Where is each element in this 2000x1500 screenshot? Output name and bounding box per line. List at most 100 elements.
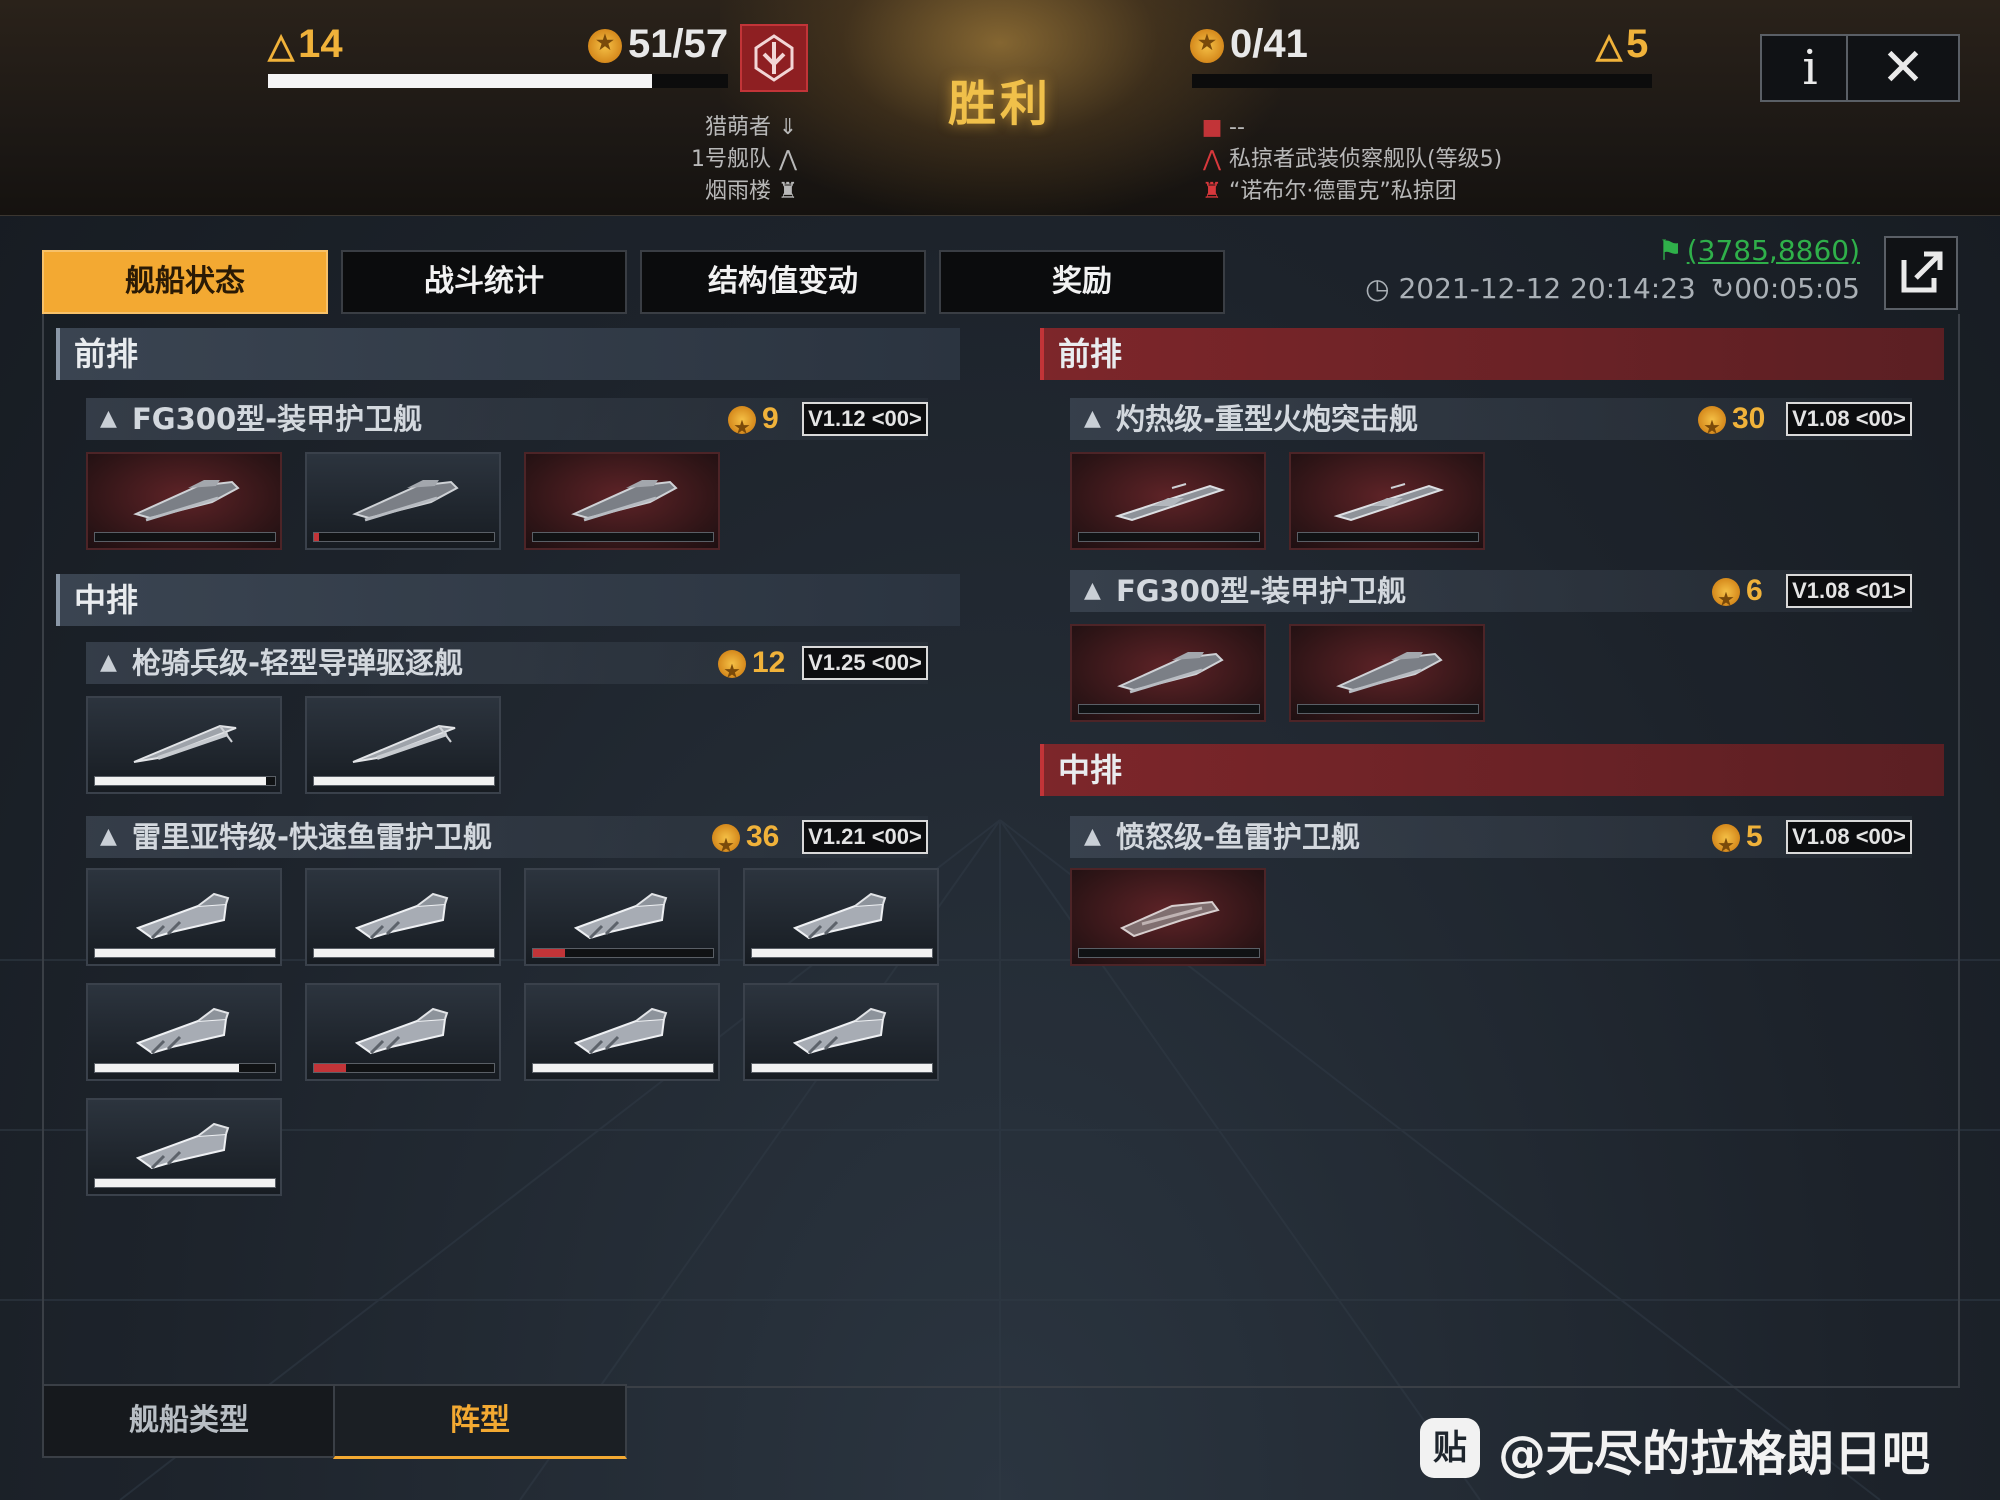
ship-unit-card[interactable]	[305, 696, 501, 794]
unit-hp-bar	[751, 948, 933, 958]
row-header-mid: 中排	[1040, 744, 1944, 796]
guild-icon: ♜	[1202, 179, 1222, 204]
ship-group-header[interactable]: ▲ 愤怒级-鱼雷护卫舰 5 V1.08 <00>	[1070, 816, 1912, 867]
ship-unit-card[interactable]	[524, 452, 720, 550]
row-header-mid: 中排	[56, 574, 960, 626]
ship-group-header[interactable]: ▲ 枪骑兵级-轻型导弹驱逐舰 12 V1.25 <00>	[86, 642, 928, 693]
ship-silhouette-icon	[566, 884, 682, 948]
unit-hp-bar	[313, 776, 495, 786]
ship-unit-card[interactable]	[86, 983, 282, 1081]
down-arrow-icon: ⇓	[778, 115, 798, 140]
result-banner: △14 51/57 胜利 0/41 △5 猎萌者⇓ 1号舰队⋀ 烟雨楼♜ ■--…	[0, 0, 2000, 216]
ship-group-header[interactable]: ▲ FG300型-装甲护卫舰 9 V1.12 <00>	[86, 398, 928, 449]
ship-unit-card[interactable]	[1289, 452, 1485, 550]
left-score: 51/57	[588, 22, 728, 67]
tab-structure-change[interactable]: 结构值变动	[640, 250, 926, 314]
chevron-up-icon: ⋀	[1202, 147, 1222, 172]
unit-hp-bar	[532, 532, 714, 542]
left-fleet-name: 1号舰队 ⋀	[691, 144, 805, 176]
flag-icon: ⚑	[1657, 234, 1683, 267]
victory-title: 胜利	[947, 76, 1052, 132]
tab-rewards[interactable]: 奖励	[939, 250, 1225, 314]
ship-name: 愤怒级-鱼雷护卫舰	[1116, 820, 1361, 854]
ship-name: 枪骑兵级-轻型导弹驱逐舰	[132, 646, 464, 680]
ship-silhouette-icon	[1112, 468, 1228, 532]
unit-hp-bar	[94, 776, 276, 786]
ship-silhouette-icon	[347, 884, 463, 948]
right-score: 0/41	[1190, 22, 1308, 67]
ship-unit-card[interactable]	[305, 868, 501, 966]
ship-unit-card[interactable]	[524, 868, 720, 966]
ship-cost: 36	[712, 816, 779, 867]
ship-unit-card[interactable]	[743, 983, 939, 1081]
tab-formation[interactable]: 阵型	[333, 1384, 627, 1459]
share-button[interactable]	[1884, 236, 1958, 310]
unit-hp-fill	[95, 949, 275, 957]
ship-silhouette-icon	[347, 999, 463, 1063]
medal-icon	[1698, 406, 1726, 449]
triangle-up-icon: ▲	[100, 650, 117, 675]
external-link-icon	[1901, 251, 1943, 293]
left-hp-fill	[268, 74, 653, 88]
unit-hp-bar	[313, 948, 495, 958]
ship-name: FG300型-装甲护卫舰	[1116, 574, 1407, 608]
ship-unit-card[interactable]	[1070, 624, 1266, 722]
unit-hp-bar	[1078, 948, 1260, 958]
ship-unit-card[interactable]	[86, 1098, 282, 1196]
watermark: 贴 @无尽的拉格朗日吧	[1420, 1410, 1980, 1490]
close-icon: ✕	[1881, 38, 1925, 98]
medal-icon	[1712, 578, 1740, 621]
battle-coordinates[interactable]: ⚑ (3785,8860)	[1658, 234, 1860, 267]
ship-cost: 6	[1712, 570, 1763, 621]
left-fleet-player: 猎萌者 ⇓	[691, 112, 805, 144]
ship-silhouette-icon	[785, 999, 901, 1063]
unit-hp-fill	[533, 949, 566, 957]
right-fleet-player: ■ --	[1195, 112, 1502, 144]
ship-group-header[interactable]: ▲ 雷里亚特级-快速鱼雷护卫舰 36 V1.21 <00>	[86, 816, 928, 867]
tab-battle-stats[interactable]: 战斗统计	[341, 250, 627, 314]
ship-silhouette-icon	[128, 712, 244, 776]
triangle-up-icon: ▲	[100, 824, 117, 849]
battle-duration: 00:05:05	[1734, 272, 1860, 305]
ship-unit-card[interactable]	[1070, 868, 1266, 966]
triangle-icon: △	[1596, 27, 1623, 65]
ship-group-header[interactable]: ▲ FG300型-装甲护卫舰 6 V1.08 <01>	[1070, 570, 1912, 621]
ship-silhouette-icon	[1331, 640, 1447, 704]
ship-unit-card[interactable]	[86, 696, 282, 794]
right-fleet-guild: ♜ “诺布尔·德雷克”私掠团	[1195, 176, 1502, 208]
unit-hp-bar	[94, 1063, 276, 1073]
unit-hp-fill	[95, 1179, 275, 1187]
ship-unit-card[interactable]	[305, 983, 501, 1081]
unit-hp-bar	[751, 1063, 933, 1073]
ship-silhouette-icon	[347, 468, 463, 532]
tab-ship-status[interactable]: 舰船状态	[42, 250, 328, 314]
ship-unit-card[interactable]	[305, 452, 501, 550]
ship-unit-card[interactable]	[1289, 624, 1485, 722]
ship-name: FG300型-装甲护卫舰	[132, 402, 423, 436]
right-fleet-info: ■ -- ⋀ 私掠者武装侦察舰队(等级5) ♜ “诺布尔·德雷克”私掠团	[1195, 112, 1503, 208]
ship-unit-card[interactable]	[86, 868, 282, 966]
unit-hp-bar	[94, 948, 276, 958]
ship-version: V1.25 <00>	[802, 646, 928, 680]
info-icon: i	[1802, 40, 1818, 96]
ship-group-header[interactable]: ▲ 灼热级-重型火炮突击舰 30 V1.08 <00>	[1070, 398, 1912, 449]
ship-cost: 9	[728, 398, 779, 449]
ship-unit-card[interactable]	[524, 983, 720, 1081]
unit-hp-bar	[1297, 704, 1479, 714]
close-button[interactable]: ✕	[1846, 34, 1960, 102]
ship-name: 雷里亚特级-快速鱼雷护卫舰	[132, 820, 493, 854]
unit-hp-bar	[313, 532, 495, 542]
ship-cost: 12	[718, 642, 785, 693]
row-header-front: 前排	[56, 328, 960, 380]
unit-hp-bar	[1297, 532, 1479, 542]
faction-emblem	[740, 24, 808, 92]
ship-cost: 5	[1712, 816, 1763, 867]
medal-icon	[1190, 29, 1224, 64]
ship-unit-card[interactable]	[1070, 452, 1266, 550]
ship-unit-card[interactable]	[743, 868, 939, 966]
ship-unit-card[interactable]	[86, 452, 282, 550]
tab-ship-type[interactable]: 舰船类型	[42, 1384, 336, 1458]
info-button[interactable]: i	[1760, 34, 1860, 102]
ship-silhouette-icon	[128, 1114, 244, 1178]
unit-hp-fill	[95, 1064, 239, 1072]
